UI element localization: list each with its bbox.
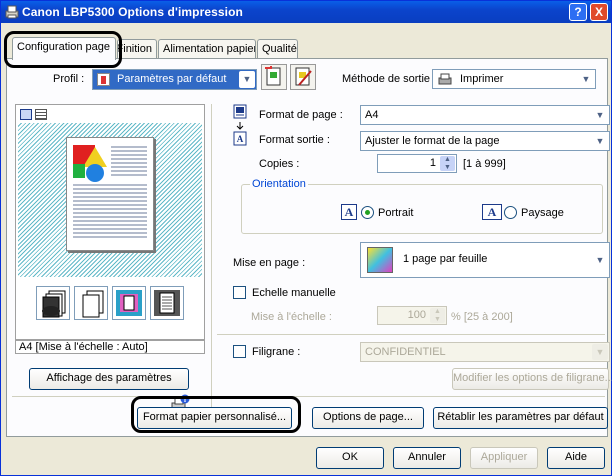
- output-size-select[interactable]: Ajuster le format de la page ▼: [360, 131, 610, 151]
- layout-value: 1 page par feuille: [403, 253, 488, 265]
- vertical-divider: [211, 104, 212, 414]
- tab-finition-label: Finition: [117, 43, 152, 55]
- landscape-label: Paysage: [521, 207, 564, 219]
- page-size-select[interactable]: A4 ▼: [360, 105, 610, 125]
- output-size-icon: A: [233, 122, 247, 146]
- printer-icon: [5, 5, 19, 19]
- tab-panel: Profil : Paramètres par défaut ▼ Méthode…: [6, 58, 612, 437]
- title-bar[interactable]: Canon LBP5300 Options d'impression ? X: [1, 1, 611, 23]
- spin-arrows-icon: ▲ ▼: [430, 308, 445, 323]
- output-method-label: Méthode de sortie :: [342, 73, 437, 85]
- printer-icon: [438, 73, 452, 85]
- page-size-icon: [233, 104, 247, 119]
- output-size-label: Format sortie :: [259, 134, 330, 146]
- watermark-checkbox[interactable]: [233, 345, 246, 358]
- copies-label: Copies :: [259, 158, 300, 170]
- bottom-divider: [12, 396, 605, 397]
- chevron-down-icon: ▼: [592, 244, 608, 276]
- profile-select[interactable]: Paramètres par défaut ▼: [92, 69, 257, 90]
- edit-profile-icon[interactable]: [290, 64, 316, 90]
- custom-paper-size-button[interactable]: Format papier personnalisé...: [137, 407, 292, 429]
- manual-scaling-checkbox[interactable]: [233, 286, 246, 299]
- restore-defaults-button[interactable]: Rétablir les paramètres par défaut: [433, 407, 608, 429]
- profile-icon: [97, 73, 110, 86]
- color-page-icon: [112, 286, 146, 320]
- show-settings-button[interactable]: Affichage des paramètres: [29, 368, 189, 390]
- add-profile-icon[interactable]: [261, 64, 287, 90]
- watermark-label: Filigrane :: [252, 346, 301, 358]
- watermark-value: CONFIDENTIEL: [365, 346, 446, 358]
- portrait-label: Portrait: [378, 207, 414, 219]
- svg-text:i: i: [184, 396, 186, 404]
- manual-scaling-label: Echelle manuelle: [252, 287, 336, 299]
- copies-range: [1 à 999]: [463, 158, 506, 170]
- copies-stepper[interactable]: 1 ▲ ▼: [377, 154, 457, 173]
- page-size-value: A4: [365, 109, 379, 121]
- tab-qualite[interactable]: Qualité: [257, 39, 298, 59]
- output-size-value: Ajuster le format de la page: [365, 135, 500, 147]
- scaling-stepper[interactable]: 100 ▲ ▼: [377, 306, 447, 325]
- chevron-down-icon: ▼: [239, 71, 255, 88]
- horizontal-divider: [217, 334, 605, 335]
- dialog-window: Canon LBP5300 Options d'impression ? X C…: [0, 0, 612, 476]
- edit-watermark-button[interactable]: Modifier les options de filigrane...: [452, 368, 612, 390]
- tab-finition[interactable]: Finition: [117, 39, 157, 59]
- output-method-select[interactable]: Imprimer ▼: [432, 69, 596, 89]
- tab-alimentation-papier[interactable]: Alimentation papier: [158, 39, 256, 59]
- copies-value: 1: [429, 157, 436, 169]
- profile-label: Profil :: [53, 73, 85, 85]
- scaling-value: 100: [407, 309, 426, 321]
- layout-label: Mise en page :: [233, 257, 306, 269]
- preview-caption: A4 [Mise à l'échelle : Auto]: [15, 340, 205, 354]
- preview-panel: [15, 104, 205, 340]
- layout-select[interactable]: 1 page par feuille ▼: [360, 242, 610, 278]
- grayscale-page-icon: [150, 286, 184, 320]
- page-size-label: Format de page :: [259, 109, 343, 121]
- window-title: Canon LBP5300 Options d'impression: [22, 5, 243, 19]
- cancel-button[interactable]: Annuler: [393, 447, 461, 469]
- orientation-label: Orientation: [250, 178, 308, 190]
- landscape-icon: A: [482, 204, 502, 220]
- page-preview: [66, 137, 154, 251]
- scaling-range: % [25 à 200]: [451, 311, 513, 323]
- ok-button[interactable]: OK: [316, 447, 384, 469]
- portrait-icon: A: [341, 204, 357, 220]
- apply-button[interactable]: Appliquer: [470, 447, 538, 469]
- chevron-down-icon: ▼: [592, 133, 608, 149]
- svg-text:A: A: [237, 134, 244, 144]
- chevron-down-icon: ▼: [592, 344, 608, 360]
- pages-icon: [74, 286, 108, 320]
- preview-hatch: [18, 123, 202, 277]
- landscape-radio[interactable]: [504, 206, 517, 219]
- page-content-image: [73, 145, 147, 238]
- help-button[interactable]: ?: [569, 3, 587, 21]
- preview-mode-icon[interactable]: [20, 109, 32, 120]
- output-method-value: Imprimer: [460, 73, 504, 85]
- page-options-button[interactable]: Options de page...: [312, 407, 424, 429]
- close-button[interactable]: X: [590, 3, 608, 21]
- profile-value: Paramètres par défaut: [117, 73, 227, 85]
- settings-mode-icon[interactable]: [35, 109, 47, 120]
- tab-configuration-page[interactable]: Configuration page: [12, 37, 116, 60]
- spin-arrows-icon[interactable]: ▲ ▼: [440, 156, 455, 171]
- layout-page-icon: [367, 247, 393, 273]
- watermark-select[interactable]: CONFIDENTIEL ▼: [360, 342, 610, 362]
- help-dialog-button[interactable]: Aide: [547, 447, 605, 469]
- stack-output-icon: [36, 286, 70, 320]
- chevron-down-icon: ▼: [592, 107, 608, 123]
- chevron-down-icon: ▼: [578, 71, 594, 87]
- scaling-label: Mise à l'échelle :: [251, 311, 332, 323]
- portrait-radio[interactable]: [361, 206, 374, 219]
